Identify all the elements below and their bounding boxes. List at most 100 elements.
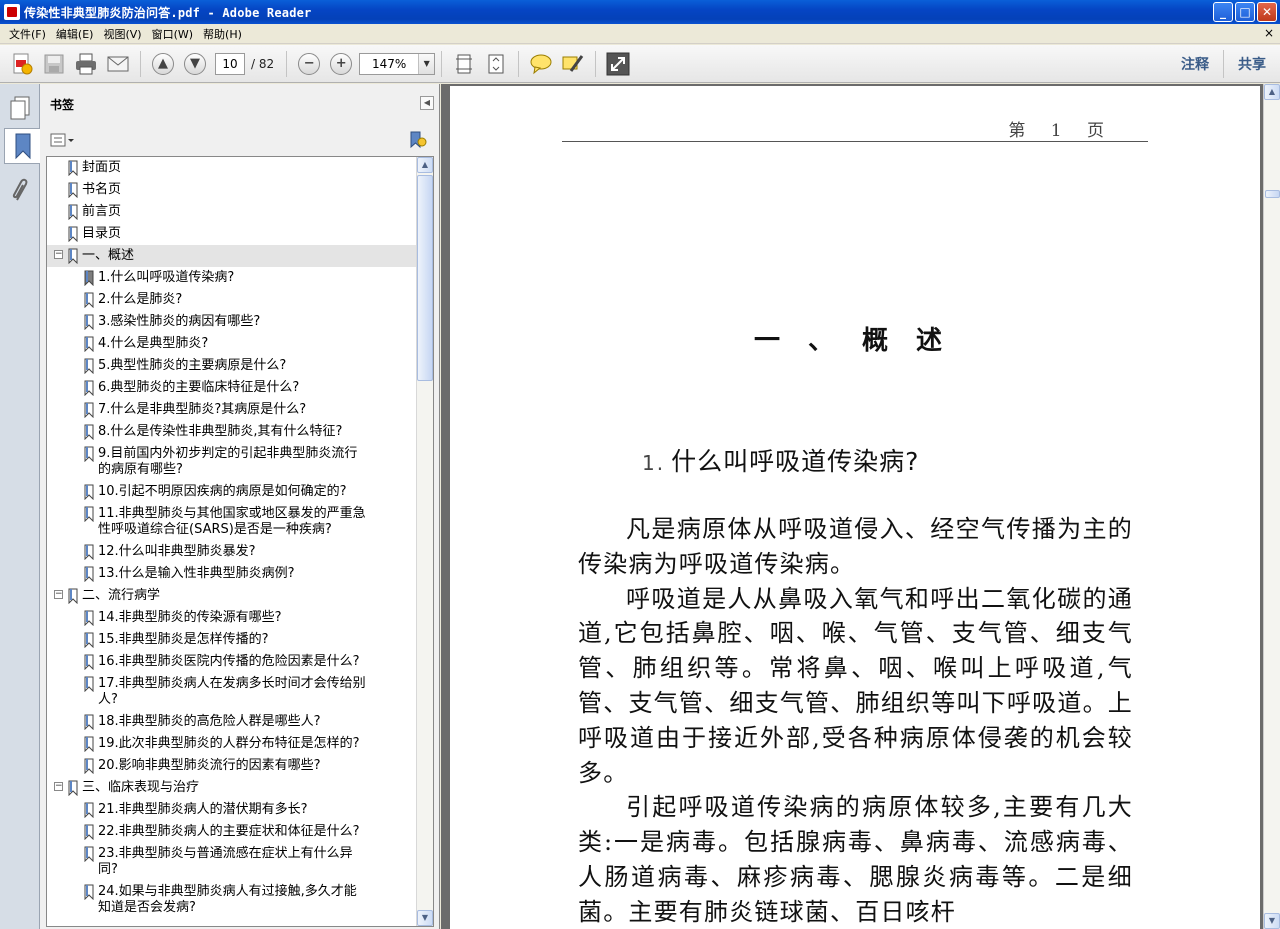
comment-tab[interactable]: 注释 bbox=[1167, 54, 1223, 74]
bookmark-item[interactable]: 21.非典型肺炎病人的潜伏期有多长? bbox=[47, 799, 417, 821]
bookmark-icon bbox=[68, 204, 78, 220]
bookmark-item[interactable]: 19.此次非典型肺炎的人群分布特征是怎样的? bbox=[47, 733, 417, 755]
collapse-toggle-icon[interactable]: − bbox=[54, 782, 63, 791]
window-controls: _ □ ✕ bbox=[1213, 2, 1277, 22]
bookmark-icon bbox=[84, 446, 94, 462]
bookmarks-tab[interactable] bbox=[4, 128, 41, 164]
bookmark-item[interactable]: 24.如果与非典型肺炎病人有过接触,多久才能 知道是否会发病? bbox=[47, 881, 417, 919]
scroll-up-arrow[interactable]: ▲ bbox=[417, 157, 433, 173]
menu-window[interactable]: 窗口(W) bbox=[147, 26, 198, 42]
menu-edit[interactable]: 编辑(E) bbox=[51, 26, 99, 42]
bookmark-item[interactable]: 22.非典型肺炎病人的主要症状和体征是什么? bbox=[47, 821, 417, 843]
add-note-button[interactable] bbox=[527, 50, 555, 78]
bookmark-item[interactable]: 23.非典型肺炎与普通流感在症状上有什么异 同? bbox=[47, 843, 417, 881]
bookmark-item[interactable]: 18.非典型肺炎的高危险人群是哪些人? bbox=[47, 711, 417, 733]
zoom-out-button[interactable]: − bbox=[295, 50, 323, 78]
arrow-up-icon: ▲ bbox=[152, 52, 174, 75]
fit-width-button[interactable] bbox=[482, 50, 510, 78]
document-close-icon[interactable]: × bbox=[1264, 26, 1274, 40]
bookmark-section[interactable]: − 二、流行病学 bbox=[47, 585, 417, 607]
previous-page-button[interactable]: ▲ bbox=[149, 50, 177, 78]
close-button[interactable]: ✕ bbox=[1257, 2, 1277, 22]
bookmark-item[interactable]: 2.什么是肺炎? bbox=[47, 289, 417, 311]
zoom-value: 147% bbox=[371, 56, 407, 71]
collapse-panel-button[interactable]: ◀ bbox=[420, 96, 434, 110]
bookmark-section[interactable]: 前言页 bbox=[47, 201, 417, 223]
full-screen-button[interactable] bbox=[604, 50, 632, 78]
menu-view[interactable]: 视图(V) bbox=[98, 26, 146, 42]
bookmark-section[interactable]: 书名页 bbox=[47, 179, 417, 201]
bookmark-item[interactable]: 16.非典型肺炎医院内传播的危险因素是什么? bbox=[47, 651, 417, 673]
bookmark-item[interactable]: 4.什么是典型肺炎? bbox=[47, 333, 417, 355]
bookmark-item[interactable]: 3.感染性肺炎的病因有哪些? bbox=[47, 311, 417, 333]
zoom-in-button[interactable]: + bbox=[327, 50, 355, 78]
toolbar-separator bbox=[595, 50, 597, 77]
pdf-page[interactable]: 第 1 页 一、概述 1. 什么叫呼吸道传染病? 凡是病原体从呼吸道侵入、经空气传… bbox=[450, 86, 1260, 929]
bookmark-item[interactable]: 5.典型性肺炎的主要病原是什么? bbox=[47, 355, 417, 377]
print-button[interactable] bbox=[72, 50, 100, 78]
menu-file[interactable]: 文件(F) bbox=[4, 26, 51, 42]
bookmark-label: 20.影响非典型肺炎流行的因素有哪些? bbox=[98, 758, 321, 773]
bookmarks-scrollbar[interactable]: ▲ ▼ bbox=[416, 157, 433, 926]
find-bookmark-button[interactable] bbox=[408, 130, 428, 150]
bookmark-icon bbox=[84, 802, 94, 818]
bookmark-section[interactable]: 封面页 bbox=[47, 157, 417, 179]
menu-help[interactable]: 帮助(H) bbox=[198, 26, 247, 42]
bookmark-label: 1.什么叫呼吸道传染病? bbox=[98, 270, 235, 285]
bookmark-item[interactable]: 1.什么叫呼吸道传染病? bbox=[47, 267, 417, 289]
create-pdf-button[interactable] bbox=[8, 50, 36, 78]
bookmark-item[interactable]: 9.目前国内外初步判定的引起非典型肺炎流行 的病原有哪些? bbox=[47, 443, 417, 481]
page-number-input[interactable]: 10 bbox=[215, 52, 245, 75]
chevron-down-icon[interactable]: ▼ bbox=[418, 53, 435, 74]
highlight-button[interactable] bbox=[559, 50, 587, 78]
bookmark-item[interactable]: 8.什么是传染性非典型肺炎,其有什么特征? bbox=[47, 421, 417, 443]
scroll-down-arrow[interactable]: ▼ bbox=[1264, 913, 1280, 929]
bookmark-icon bbox=[84, 758, 94, 774]
toolbar-separator bbox=[518, 50, 520, 77]
bookmark-icon bbox=[84, 714, 94, 730]
scroll-thumb[interactable] bbox=[1265, 190, 1280, 198]
scroll-up-arrow[interactable]: ▲ bbox=[1264, 84, 1280, 100]
minimize-button[interactable]: _ bbox=[1213, 2, 1233, 22]
paragraph: 凡是病原体从呼吸道侵入、经空气传播为主的传染病为呼吸道传染病。 bbox=[578, 515, 1133, 578]
bookmark-label: 二、流行病学 bbox=[82, 588, 161, 603]
collapse-toggle-icon[interactable]: − bbox=[54, 250, 63, 259]
share-tab[interactable]: 共享 bbox=[1224, 54, 1280, 74]
bookmark-item[interactable]: 20.影响非典型肺炎流行的因素有哪些? bbox=[47, 755, 417, 777]
bookmark-label-line: 同? bbox=[98, 862, 118, 877]
bookmark-item[interactable]: 17.非典型肺炎病人在发病多长时间才会传给别 人? bbox=[47, 673, 417, 711]
bookmark-section[interactable]: − 一、概述 bbox=[47, 245, 417, 267]
bookmark-label: 24.如果与非典型肺炎病人有过接触,多久才能 知道是否会发病? bbox=[98, 884, 357, 916]
bookmark-item[interactable]: 7.什么是非典型肺炎?其病原是什么? bbox=[47, 399, 417, 421]
attachments-tab[interactable] bbox=[4, 172, 36, 208]
pages-tab[interactable] bbox=[4, 90, 36, 126]
bookmark-item[interactable]: 6.典型肺炎的主要临床特征是什么? bbox=[47, 377, 417, 399]
bookmark-label: 13.什么是输入性非典型肺炎病例? bbox=[98, 566, 295, 581]
bookmark-icon bbox=[68, 160, 78, 176]
bookmark-item[interactable]: 15.非典型肺炎是怎样传播的? bbox=[47, 629, 417, 651]
bookmarks-tree: 封面页 书名页 前言页目录页 − 一、概述 1.什么叫呼吸道传染病? 2.什么是肺炎? 3.感… bbox=[46, 156, 434, 927]
options-menu-button[interactable] bbox=[50, 132, 76, 148]
bookmark-icon bbox=[84, 292, 94, 308]
fit-width-icon bbox=[488, 54, 504, 73]
bookmark-item[interactable]: 12.什么叫非典型肺炎暴发? bbox=[47, 541, 417, 563]
email-button[interactable] bbox=[104, 50, 132, 78]
maximize-button[interactable]: □ bbox=[1235, 2, 1255, 22]
bookmark-item[interactable]: 10.引起不明原因疾病的病原是如何确定的? bbox=[47, 481, 417, 503]
collapse-toggle-icon[interactable]: − bbox=[54, 590, 63, 599]
bookmark-section[interactable]: 目录页 bbox=[47, 223, 417, 245]
save-button[interactable] bbox=[40, 50, 68, 78]
bookmark-icon bbox=[68, 588, 78, 604]
bookmark-icon bbox=[84, 846, 94, 862]
bookmark-label: 目录页 bbox=[82, 226, 122, 241]
scroll-down-arrow[interactable]: ▼ bbox=[417, 910, 433, 926]
bookmark-item[interactable]: 11.非典型肺炎与其他国家或地区暴发的严重急 性呼吸道综合征(SARS)是否是一种… bbox=[47, 503, 417, 541]
scroll-thumb[interactable] bbox=[417, 175, 433, 381]
bookmark-section[interactable]: − 三、临床表现与治疗 bbox=[47, 777, 417, 799]
bookmark-item[interactable]: 14.非典型肺炎的传染源有哪些? bbox=[47, 607, 417, 629]
fit-page-button[interactable] bbox=[450, 50, 478, 78]
document-scrollbar[interactable]: ▲ ▼ bbox=[1263, 84, 1280, 929]
next-page-button[interactable]: ▼ bbox=[181, 50, 209, 78]
bookmark-item[interactable]: 13.什么是输入性非典型肺炎病例? bbox=[47, 563, 417, 585]
zoom-select[interactable]: 147% ▼ bbox=[359, 52, 436, 75]
